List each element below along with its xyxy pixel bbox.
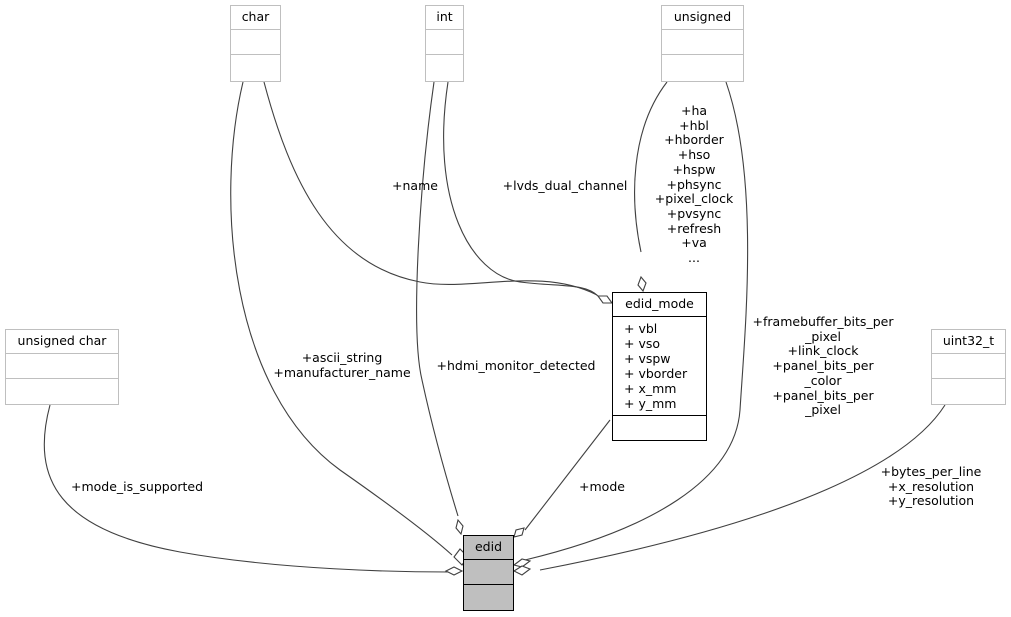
label-line: +hdmi_monitor_detected: [436, 358, 596, 373]
label-line: +x_resolution: [887, 478, 975, 494]
edge-label-edid-mode-to-edid: +mode: [572, 479, 632, 495]
class-title: uint32_t: [942, 333, 995, 348]
attribute: + vspw: [624, 351, 671, 366]
label-line: +bytes_per_line: [880, 464, 982, 479]
label-line: +va: [681, 235, 707, 251]
edge-int-to-edid: [416, 81, 459, 517]
aggregation-diamond-icon: [513, 527, 525, 538]
label-line: +framebuffer_bits_per: [752, 314, 894, 329]
edge-label-unsigned-char-to-edid: +mode_is_supported: [62, 479, 212, 495]
class-title: edid: [474, 539, 503, 554]
label-line: ...: [688, 250, 700, 266]
edge-char-to-edid: [230, 81, 453, 556]
class-node-unsigned-char[interactable]: unsigned char: [5, 329, 119, 405]
class-node-uint32-t[interactable]: uint32_t: [931, 329, 1006, 405]
label-line: +y_resolution: [887, 493, 975, 509]
label-line: _pixel: [805, 328, 841, 344]
class-node-char[interactable]: char: [230, 5, 281, 82]
label-line: +hso: [677, 147, 711, 163]
label-line: +link_clock: [787, 343, 859, 359]
attribute: + vbl: [624, 321, 658, 336]
attribute: + vso: [624, 336, 661, 351]
attributes-section: [231, 29, 280, 54]
attributes-section: [6, 353, 118, 378]
edge-label-uint32-to-edid: +bytes_per_line +x_resolution +y_resolut…: [872, 464, 990, 509]
attribute: + x_mm: [624, 381, 677, 396]
attributes-section: [932, 353, 1005, 378]
label-line: +manufacturer_name: [273, 364, 411, 380]
label-line: _pixel: [805, 402, 841, 418]
methods-section: [932, 378, 1005, 403]
label-line: +lvds_dual_channel: [502, 178, 628, 193]
methods-section: [613, 415, 706, 440]
attribute: + y_mm: [624, 396, 677, 411]
aggregation-diamond-icon: [596, 295, 614, 304]
attributes-section: [426, 29, 463, 54]
class-title: unsigned char: [17, 333, 107, 348]
label-line: _color: [804, 372, 842, 388]
attributes-section: + vbl + vso + vspw + vborder + x_mm + y_…: [613, 316, 706, 415]
attribute: + vborder: [624, 366, 688, 381]
label-line: +pixel_clock: [654, 191, 734, 207]
edge-label-unsigned-to-edid: +framebuffer_bits_per _pixel +link_clock…: [742, 314, 904, 418]
attributes-section: [464, 559, 513, 584]
class-node-edid[interactable]: edid: [463, 535, 514, 611]
class-node-edid-mode[interactable]: edid_mode + vbl + vso + vspw + vborder +…: [612, 292, 707, 441]
aggregation-diamond-icon: [512, 565, 532, 576]
methods-section: [6, 378, 118, 403]
edge-edid-mode-to-edid: [524, 419, 611, 531]
methods-section: [464, 584, 513, 609]
class-title: int: [436, 9, 453, 24]
edge-label-int-to-edid-mode: +lvds_dual_channel: [495, 178, 635, 194]
class-title: unsigned: [673, 9, 732, 24]
label-line: +name: [392, 178, 438, 193]
attributes-section: [662, 29, 743, 54]
label-line: +pvsync: [666, 205, 722, 221]
class-title: char: [241, 9, 270, 24]
edge-label-char-to-edid: +ascii_string +manufacturer_name: [262, 350, 422, 380]
aggregation-diamond-icon: [455, 518, 464, 536]
label-line: +hborder: [664, 132, 724, 148]
edge-label-char-to-edid-mode: +name: [385, 178, 445, 194]
edges-layer: [43, 81, 946, 576]
label-line: +refresh: [666, 220, 722, 236]
aggregation-diamond-icon: [637, 275, 647, 293]
label-line: +mode: [579, 479, 625, 494]
label-line: +hbl: [679, 117, 709, 133]
methods-section: [426, 54, 463, 80]
class-node-int[interactable]: int: [425, 5, 464, 82]
edge-label-unsigned-to-edid-mode: +ha +hbl +hborder +hso +hspw +phsync +pi…: [648, 103, 740, 266]
edge-label-int-to-edid: +hdmi_monitor_detected: [430, 358, 602, 374]
aggregation-diamond-icon: [444, 566, 464, 576]
methods-section: [231, 54, 280, 80]
label-line: +phsync: [666, 176, 722, 192]
label-line: +panel_bits_per: [772, 387, 874, 403]
class-title: edid_mode: [625, 296, 694, 311]
label-line: +panel_bits_per: [772, 358, 874, 374]
class-node-unsigned[interactable]: unsigned: [661, 5, 744, 82]
label-line: +mode_is_supported: [70, 479, 204, 494]
label-line: +ha: [680, 103, 708, 118]
label-line: +hspw: [672, 161, 716, 177]
label-line: +ascii_string: [301, 350, 383, 365]
methods-section: [662, 54, 743, 80]
